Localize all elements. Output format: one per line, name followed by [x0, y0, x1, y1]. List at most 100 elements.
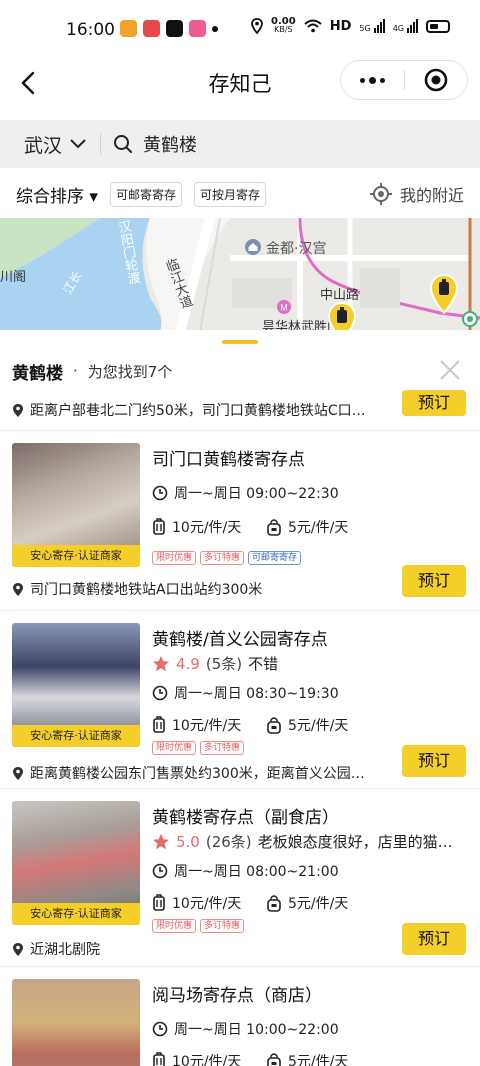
status-app-icons — [120, 20, 218, 37]
map-marker-green-icon — [462, 311, 478, 327]
book-button[interactable]: 预订 — [402, 923, 466, 955]
tag-multi: 多订特惠 — [200, 919, 245, 933]
map-pin-storage-icon-2[interactable] — [430, 274, 458, 314]
location-pin-icon — [13, 766, 23, 780]
mini-program-capsule — [340, 60, 468, 100]
net-speed: 0.00 KB/S — [271, 16, 296, 34]
clock-icon — [152, 1021, 168, 1037]
store-photo: 安心寄存·认证商家 — [12, 623, 140, 747]
opening-hours: 周一~周日 10:00~22:00 — [152, 1019, 339, 1039]
certified-badge: 安心寄存·认证商家 — [12, 903, 140, 925]
list-item[interactable]: 安心寄存·认证商家 司门口黄鹤楼寄存点 周一~周日 09:00~22:30 10… — [0, 430, 480, 610]
red-app-icon — [143, 20, 160, 37]
price-row: 10元/件/天 5元/件/天 — [152, 893, 380, 913]
book-button[interactable]: 预订 — [402, 390, 466, 416]
price-bag: 5元/件/天 — [288, 520, 349, 536]
luggage-icon — [153, 716, 165, 733]
close-icon[interactable] — [436, 356, 464, 384]
list-item[interactable]: 安心寄存·认证商家 黄鹤楼/首义公园寄存点 4.9 (5条) 不错 周一~周日 … — [0, 610, 480, 788]
close-mini-program-button[interactable] — [405, 61, 467, 99]
filter-mail-storage[interactable]: 可邮寄寄存 — [109, 181, 182, 207]
rating-score: 5.0 — [176, 832, 200, 851]
battery-icon — [426, 19, 450, 33]
store-photo — [12, 979, 140, 1066]
map-label-chuange: 川阁 — [0, 270, 27, 285]
clock-icon — [152, 863, 168, 879]
nearby-button[interactable]: 我的附近 — [369, 182, 464, 206]
certified-badge: 安心寄存·认证商家 — [12, 545, 140, 567]
bag-icon — [267, 717, 281, 734]
opening-hours: 周一~周日 09:00~22:30 — [152, 483, 339, 503]
filter-row: 综合排序 ▾ 可邮寄寄存 可按月寄存 我的附近 — [0, 172, 480, 216]
review-count: (5条) — [205, 655, 243, 673]
hd-indicator: HD — [329, 18, 352, 34]
search-input[interactable]: 黄鹤楼 — [101, 131, 197, 157]
results-sheet: 黄鹤楼 · 为您找到7个 距离户部巷北二门约50米，司门口黄鹤楼地铁站C口… 预… — [0, 330, 480, 1066]
price-bag: 5元/件/天 — [288, 1054, 349, 1066]
book-button[interactable]: 预订 — [402, 745, 466, 777]
bag-icon — [267, 895, 281, 912]
list-item[interactable]: 阅马场寄存点（商店） 周一~周日 10:00~22:00 10元/件/天 5元/… — [0, 966, 480, 1066]
tag-limited: 限时优惠 — [152, 919, 197, 933]
card-address: 距离户部巷北二门约50米，司门口黄鹤楼地铁站C口… — [12, 400, 366, 420]
pink-app-icon — [189, 20, 206, 37]
search-row: 武汉 黄鹤楼 — [0, 120, 480, 168]
star-icon — [152, 833, 170, 849]
tag-mail: 可邮寄寄存 — [248, 551, 302, 565]
location-pin-icon — [13, 942, 23, 956]
poi-home-icon — [245, 239, 261, 255]
book-button[interactable]: 预订 — [402, 565, 466, 597]
price-bag: 5元/件/天 — [288, 896, 349, 912]
luggage-icon — [153, 1052, 165, 1066]
promo-tags: 限时优惠 多订特惠 — [152, 741, 245, 755]
sheet-drag-handle[interactable] — [222, 340, 258, 344]
luggage-icon — [153, 894, 165, 911]
bag-icon — [267, 519, 281, 536]
more-menu-button[interactable] — [341, 61, 404, 99]
store-photo: 安心寄存·认证商家 — [12, 443, 140, 567]
location-icon — [251, 18, 263, 34]
map-label-jindu: 金都·汉宫 — [266, 241, 327, 257]
store-photo: 安心寄存·认证商家 — [12, 801, 140, 925]
filter-monthly-storage[interactable]: 可按月寄存 — [193, 181, 266, 207]
price-luggage: 10元/件/天 — [172, 896, 242, 912]
review-snippet: 老板娘态度很好，店里的猫… — [257, 833, 453, 851]
card-address: 近湖北剧院 — [12, 939, 100, 959]
store-name: 黄鹤楼寄存点（副食店） — [152, 808, 339, 828]
store-name: 阅马场寄存点（商店） — [152, 986, 322, 1006]
weibo-icon — [120, 20, 137, 37]
status-time: 16:00 — [66, 20, 115, 40]
price-row: 10元/件/天 5元/件/天 — [152, 715, 380, 735]
review-count: (26条) — [205, 833, 252, 851]
clock-icon — [152, 685, 168, 701]
nav-bar: 存知己 — [0, 60, 480, 112]
map-pin-storage-icon[interactable] — [328, 302, 356, 332]
price-row: 10元/件/天 5元/件/天 — [152, 517, 380, 537]
clock-icon — [152, 485, 168, 501]
wifi-icon — [304, 19, 322, 33]
tag-multi: 多订特惠 — [200, 741, 245, 755]
search-icon — [114, 135, 132, 153]
price-luggage: 10元/件/天 — [172, 520, 242, 536]
map-view[interactable]: 金都·汉宫 中山路 昙华林武胜门 汉阳门轮渡 临江大道 川阁 江长 M — [0, 218, 480, 332]
store-name: 黄鹤楼/首义公园寄存点 — [152, 630, 328, 650]
results-keyword: 黄鹤楼 — [12, 363, 63, 384]
price-bag: 5元/件/天 — [288, 718, 349, 734]
svg-text:M: M — [280, 303, 288, 313]
locate-crosshair-icon — [369, 183, 392, 205]
card-address: 距离黄鹤楼公园东门售票处约300米，距离首义公园… — [12, 763, 365, 783]
city-selector[interactable]: 武汉 — [0, 131, 100, 158]
opening-hours: 周一~周日 08:00~21:00 — [152, 861, 339, 881]
nearby-label: 我的附近 — [399, 186, 464, 205]
list-item-partial[interactable]: 距离户部巷北二门约50米，司门口黄鹤楼地铁站C口… 预订 — [0, 390, 480, 430]
certified-badge: 安心寄存·认证商家 — [12, 725, 140, 747]
price-luggage: 10元/件/天 — [172, 718, 242, 734]
sort-dropdown[interactable]: 综合排序 ▾ — [16, 182, 98, 207]
city-name: 武汉 — [24, 134, 63, 157]
tag-limited: 限时优惠 — [152, 551, 197, 565]
location-pin-icon — [13, 403, 23, 417]
tag-multi: 多订特惠 — [200, 551, 245, 565]
chevron-down-icon — [70, 139, 86, 149]
more-notifications-icon — [212, 25, 218, 32]
list-item[interactable]: 安心寄存·认证商家 黄鹤楼寄存点（副食店） 5.0 (26条) 老板娘态度很好，… — [0, 788, 480, 966]
